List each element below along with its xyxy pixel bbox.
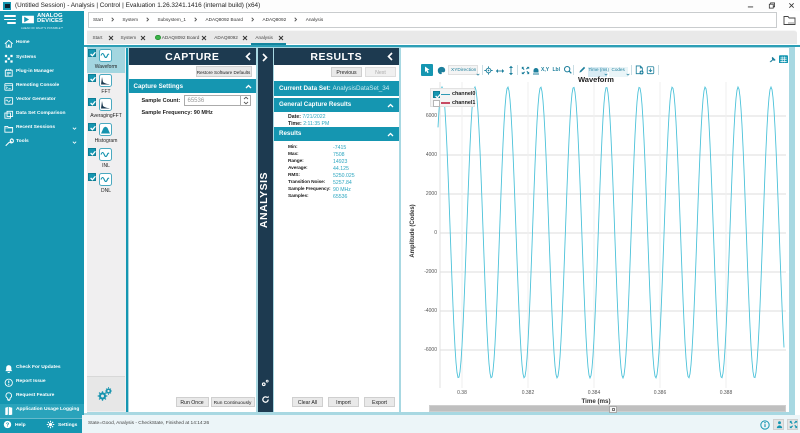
svg-text:?: ? — [6, 423, 10, 429]
